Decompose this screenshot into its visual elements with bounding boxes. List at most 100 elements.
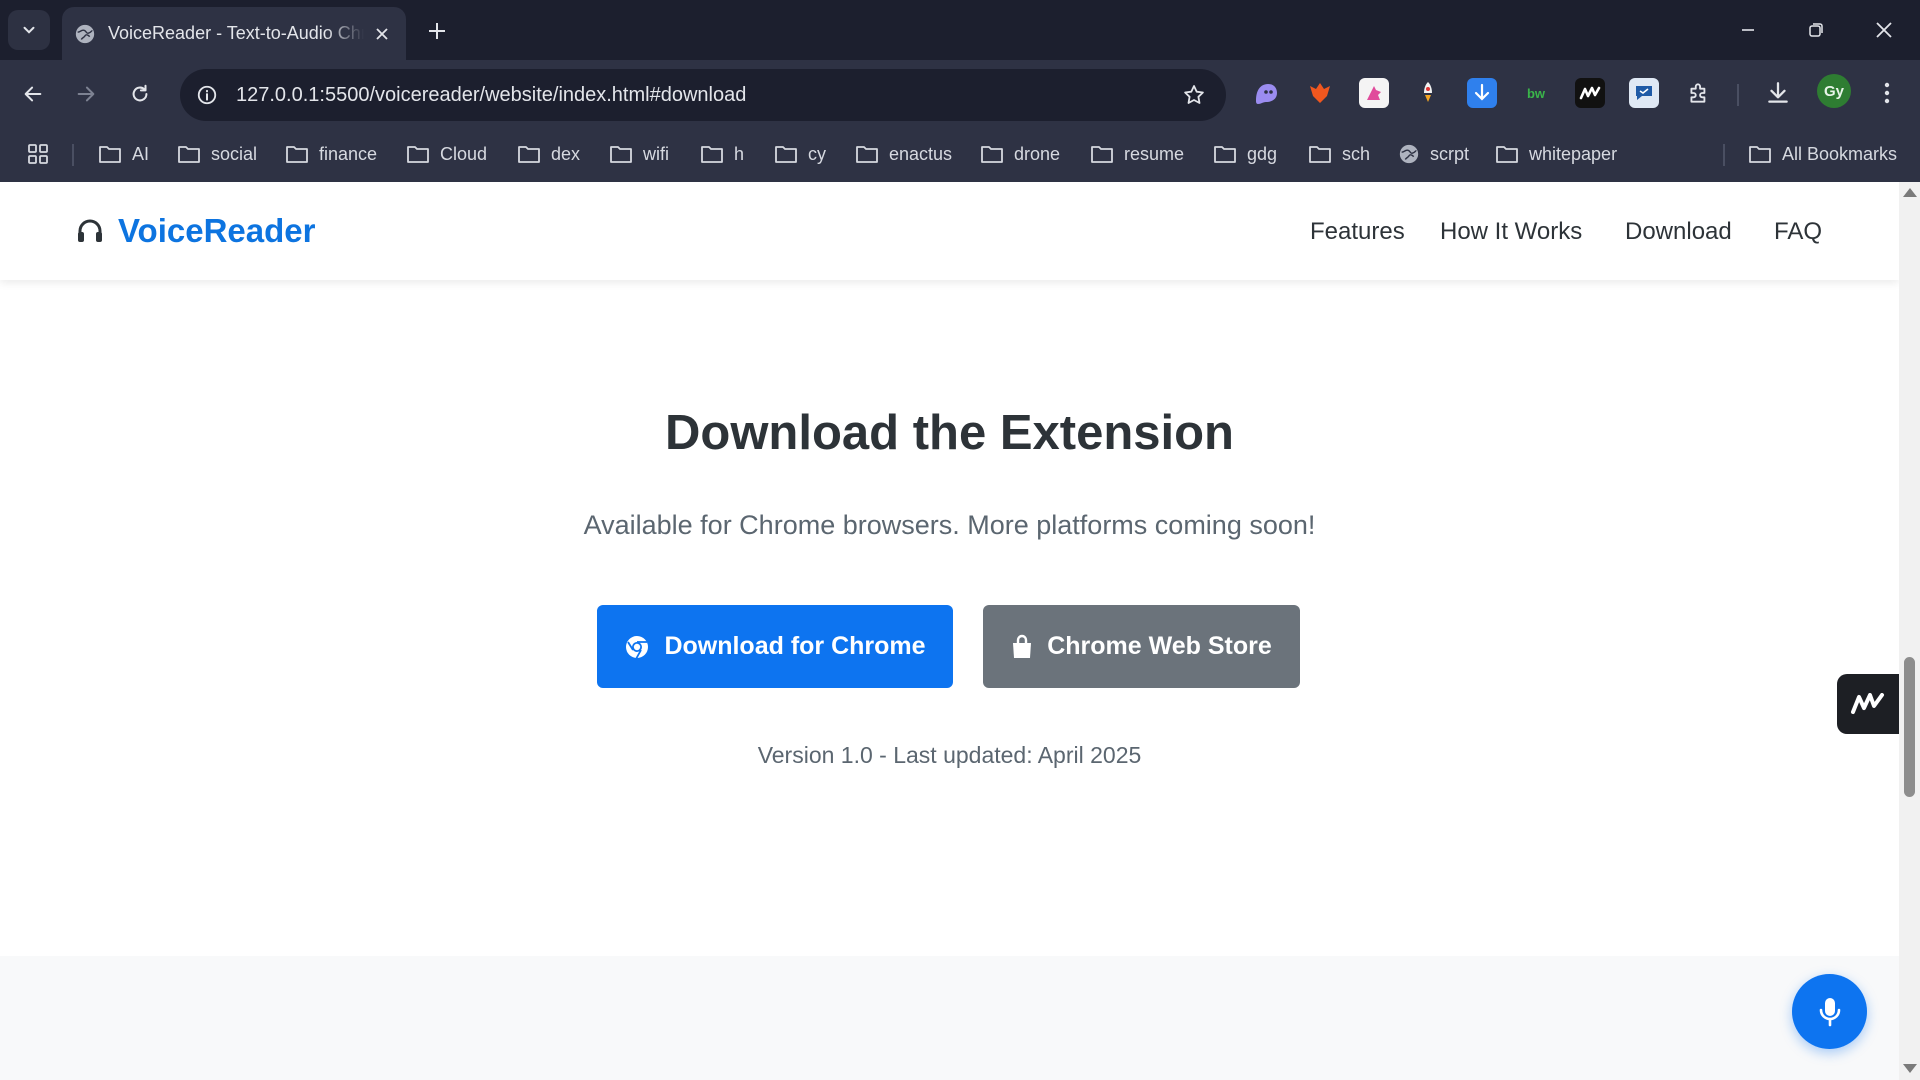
- bookmark-resume[interactable]: resume: [1090, 138, 1184, 170]
- download-for-chrome-button[interactable]: Download for Chrome: [597, 605, 953, 688]
- bookmark-label: sch: [1342, 143, 1371, 164]
- bookmarks-bar: AI social finance Cloud dex wifi h cy enactus dro…: [0, 130, 1920, 178]
- bookmark-label: resume: [1124, 143, 1185, 164]
- floating-extension-button[interactable]: [1837, 674, 1899, 734]
- nav-link-download[interactable]: Download: [1625, 218, 1732, 246]
- bookmark-sch[interactable]: sch: [1308, 138, 1370, 170]
- toolbar-separator: [1737, 84, 1739, 106]
- scroll-thumb[interactable]: [1904, 657, 1915, 797]
- globe-icon: [1399, 144, 1419, 164]
- minimize-button[interactable]: [1714, 0, 1782, 60]
- bookmark-social[interactable]: social: [177, 138, 257, 170]
- headphones-icon: [78, 219, 102, 242]
- folder-icon: [178, 146, 200, 163]
- folder-icon: [1309, 146, 1331, 163]
- folder-icon: [286, 146, 308, 163]
- folder-icon: [856, 146, 878, 163]
- bookmark-whitepaper[interactable]: whitepaper: [1495, 138, 1617, 170]
- ghost-icon[interactable]: [1251, 78, 1281, 108]
- apps-button[interactable]: [26, 138, 60, 170]
- chat-icon[interactable]: [1629, 78, 1659, 108]
- active-tab[interactable]: VoiceReader - Text-to-Audio Chrome Exten…: [62, 7, 406, 60]
- unicorn-icon[interactable]: [1359, 78, 1389, 108]
- back-button[interactable]: [13, 74, 53, 114]
- bookmark-label: dex: [551, 143, 581, 164]
- chrome-web-store-button[interactable]: Chrome Web Store: [983, 605, 1300, 688]
- download-for-chrome-label: Download for Chrome: [664, 632, 926, 660]
- fox-icon[interactable]: [1305, 78, 1335, 108]
- folder-icon: [981, 146, 1003, 163]
- scroll-down-arrow[interactable]: [1903, 1064, 1917, 1073]
- minimize-icon: [1742, 29, 1754, 31]
- reload-icon: [132, 84, 148, 102]
- extensions-puzzle-icon[interactable]: [1684, 78, 1714, 108]
- tab-search-button[interactable]: [8, 10, 50, 50]
- bookmark-dex[interactable]: dex: [517, 138, 580, 170]
- chrome-icon: [626, 635, 649, 659]
- bookmark-scrpt[interactable]: scrpt: [1398, 138, 1469, 170]
- restore-button[interactable]: [1782, 0, 1850, 60]
- bookmark-h[interactable]: h: [700, 138, 744, 170]
- tab-title: VoiceReader - Text-to-Audio Chrome Exten…: [108, 23, 364, 43]
- nav-link-faq[interactable]: FAQ: [1774, 218, 1822, 246]
- new-tab-button[interactable]: [420, 14, 454, 48]
- nav-link-features[interactable]: Features: [1310, 218, 1405, 246]
- brand-name: VoiceReader: [118, 212, 316, 249]
- arrow-left-icon: [24, 86, 42, 102]
- shopping-bag-icon: [1013, 634, 1032, 658]
- url-text[interactable]: 127.0.0.1:5500/voicereader/website/index…: [236, 84, 1174, 107]
- folder-icon: [518, 146, 540, 163]
- bookmarks-separator: [1723, 144, 1725, 166]
- bookmark-label: AI: [132, 143, 150, 164]
- site-info-button[interactable]: [190, 78, 224, 112]
- reload-button[interactable]: [120, 74, 160, 114]
- section-title: Download the Extension: [665, 406, 1234, 460]
- bookmark-label: scrpt: [1430, 143, 1470, 164]
- folder-icon: [1214, 146, 1236, 163]
- bookmark-drone[interactable]: drone: [980, 138, 1060, 170]
- page-viewport: VoiceReader Features How It Works Downlo…: [0, 182, 1920, 1080]
- tab-close-button[interactable]: [370, 22, 394, 46]
- downloads-button[interactable]: [1763, 78, 1793, 108]
- page-scrollbar[interactable]: [1899, 182, 1920, 1080]
- folder-icon: [407, 146, 429, 163]
- folder-icon: [610, 146, 632, 163]
- address-bar[interactable]: 127.0.0.1:5500/voicereader/website/index…: [180, 69, 1226, 121]
- bookmark-finance[interactable]: finance: [285, 138, 377, 170]
- all-bookmarks-button[interactable]: All Bookmarks: [1748, 138, 1897, 170]
- bookmark-cloud[interactable]: Cloud: [406, 138, 487, 170]
- folder-icon: [1496, 146, 1518, 163]
- bookmark-ai[interactable]: AI: [98, 138, 149, 170]
- arrow-right-icon: [77, 86, 95, 102]
- bookmark-cy[interactable]: cy: [774, 138, 826, 170]
- bookmark-label: whitepaper: [1529, 143, 1618, 164]
- brand-logo[interactable]: VoiceReader: [76, 212, 315, 250]
- close-icon: [1876, 22, 1892, 38]
- bookmark-wifi[interactable]: wifi: [609, 138, 669, 170]
- bookmark-enactus[interactable]: enactus: [855, 138, 952, 170]
- scroll-up-arrow[interactable]: [1903, 188, 1917, 197]
- tab-bar: VoiceReader - Text-to-Audio Chrome Exten…: [0, 0, 1920, 60]
- download-icon: [1768, 82, 1788, 103]
- close-window-button[interactable]: [1850, 0, 1918, 60]
- bookmark-label: Cloud: [440, 143, 488, 164]
- bookmark-star-button[interactable]: [1174, 75, 1214, 115]
- bookmarks-separator: [72, 144, 74, 166]
- bookmark-gdg[interactable]: gdg: [1213, 138, 1277, 170]
- profile-avatar[interactable]: Gy: [1817, 74, 1851, 108]
- rocket-icon[interactable]: [1413, 78, 1443, 108]
- m-logo-icon: [1851, 693, 1884, 714]
- m-logo-icon[interactable]: [1575, 78, 1605, 108]
- folder-icon: [701, 146, 723, 163]
- bw-icon[interactable]: bw: [1521, 78, 1551, 108]
- menu-button[interactable]: [1872, 78, 1902, 108]
- folder-icon: [1091, 146, 1113, 163]
- voice-mic-button[interactable]: [1792, 974, 1867, 1049]
- nav-link-how-it-works[interactable]: How It Works: [1440, 218, 1582, 246]
- forward-button[interactable]: [66, 74, 106, 114]
- info-icon: [197, 85, 217, 105]
- folder-icon: [99, 146, 121, 163]
- chevron-down-icon: [23, 26, 35, 34]
- bookmark-label: gdg: [1247, 143, 1278, 164]
- download-arrow-icon[interactable]: [1467, 78, 1497, 108]
